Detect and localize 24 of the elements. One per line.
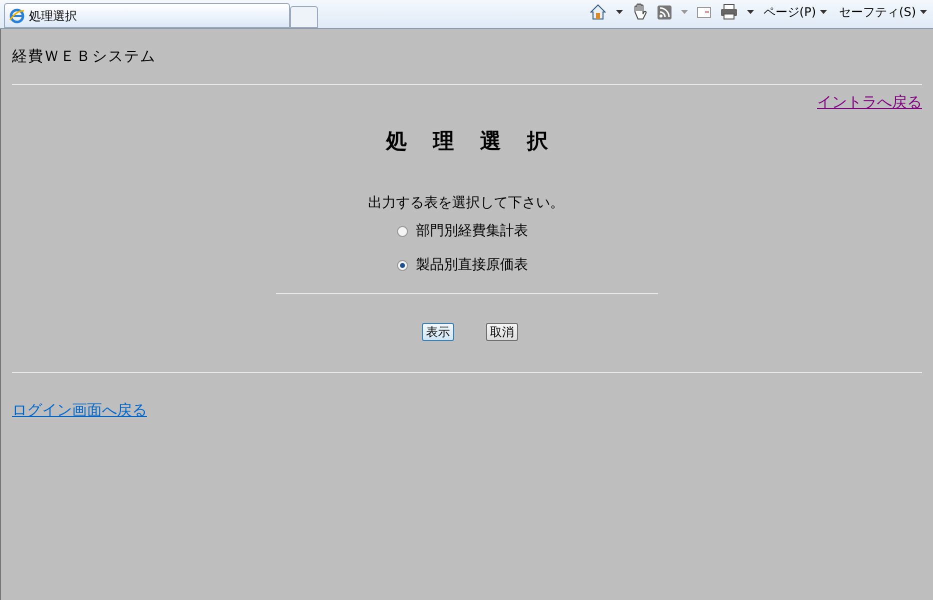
browser-tab[interactable]: 処理選択 <box>4 3 290 28</box>
mail-icon[interactable] <box>697 6 712 18</box>
caret-icon[interactable] <box>616 10 624 14</box>
prompt-text: 出力する表を選択して下さい。 <box>368 194 564 213</box>
radio-button[interactable] <box>397 226 408 237</box>
form-button[interactable]: 取消 <box>486 323 518 341</box>
toolbar-menu[interactable]: セーフティ(S) <box>839 3 927 21</box>
tab-title: 処理選択 <box>29 8 77 24</box>
radio-button[interactable] <box>397 260 408 271</box>
system-title: 経費ＷＥＢシステム <box>12 46 157 67</box>
caret-icon[interactable] <box>747 10 754 14</box>
toolbar-menu[interactable]: ページ(P) <box>763 3 828 21</box>
intranet-link[interactable]: イントラへ戻る <box>817 91 922 114</box>
home-icon[interactable] <box>589 3 608 21</box>
form-button[interactable]: 表示 <box>422 323 454 341</box>
caret-icon <box>920 10 927 14</box>
option-label: 製品別直接原価表 <box>416 256 528 275</box>
browser-logo-icon <box>9 8 25 24</box>
caret-icon <box>820 10 828 14</box>
feed-icon[interactable] <box>657 4 672 20</box>
option-label: 部門別経費集計表 <box>416 222 528 241</box>
page-heading: 処理選択 <box>384 128 574 154</box>
printer-icon[interactable] <box>720 4 738 20</box>
hand-icon[interactable] <box>632 3 648 21</box>
